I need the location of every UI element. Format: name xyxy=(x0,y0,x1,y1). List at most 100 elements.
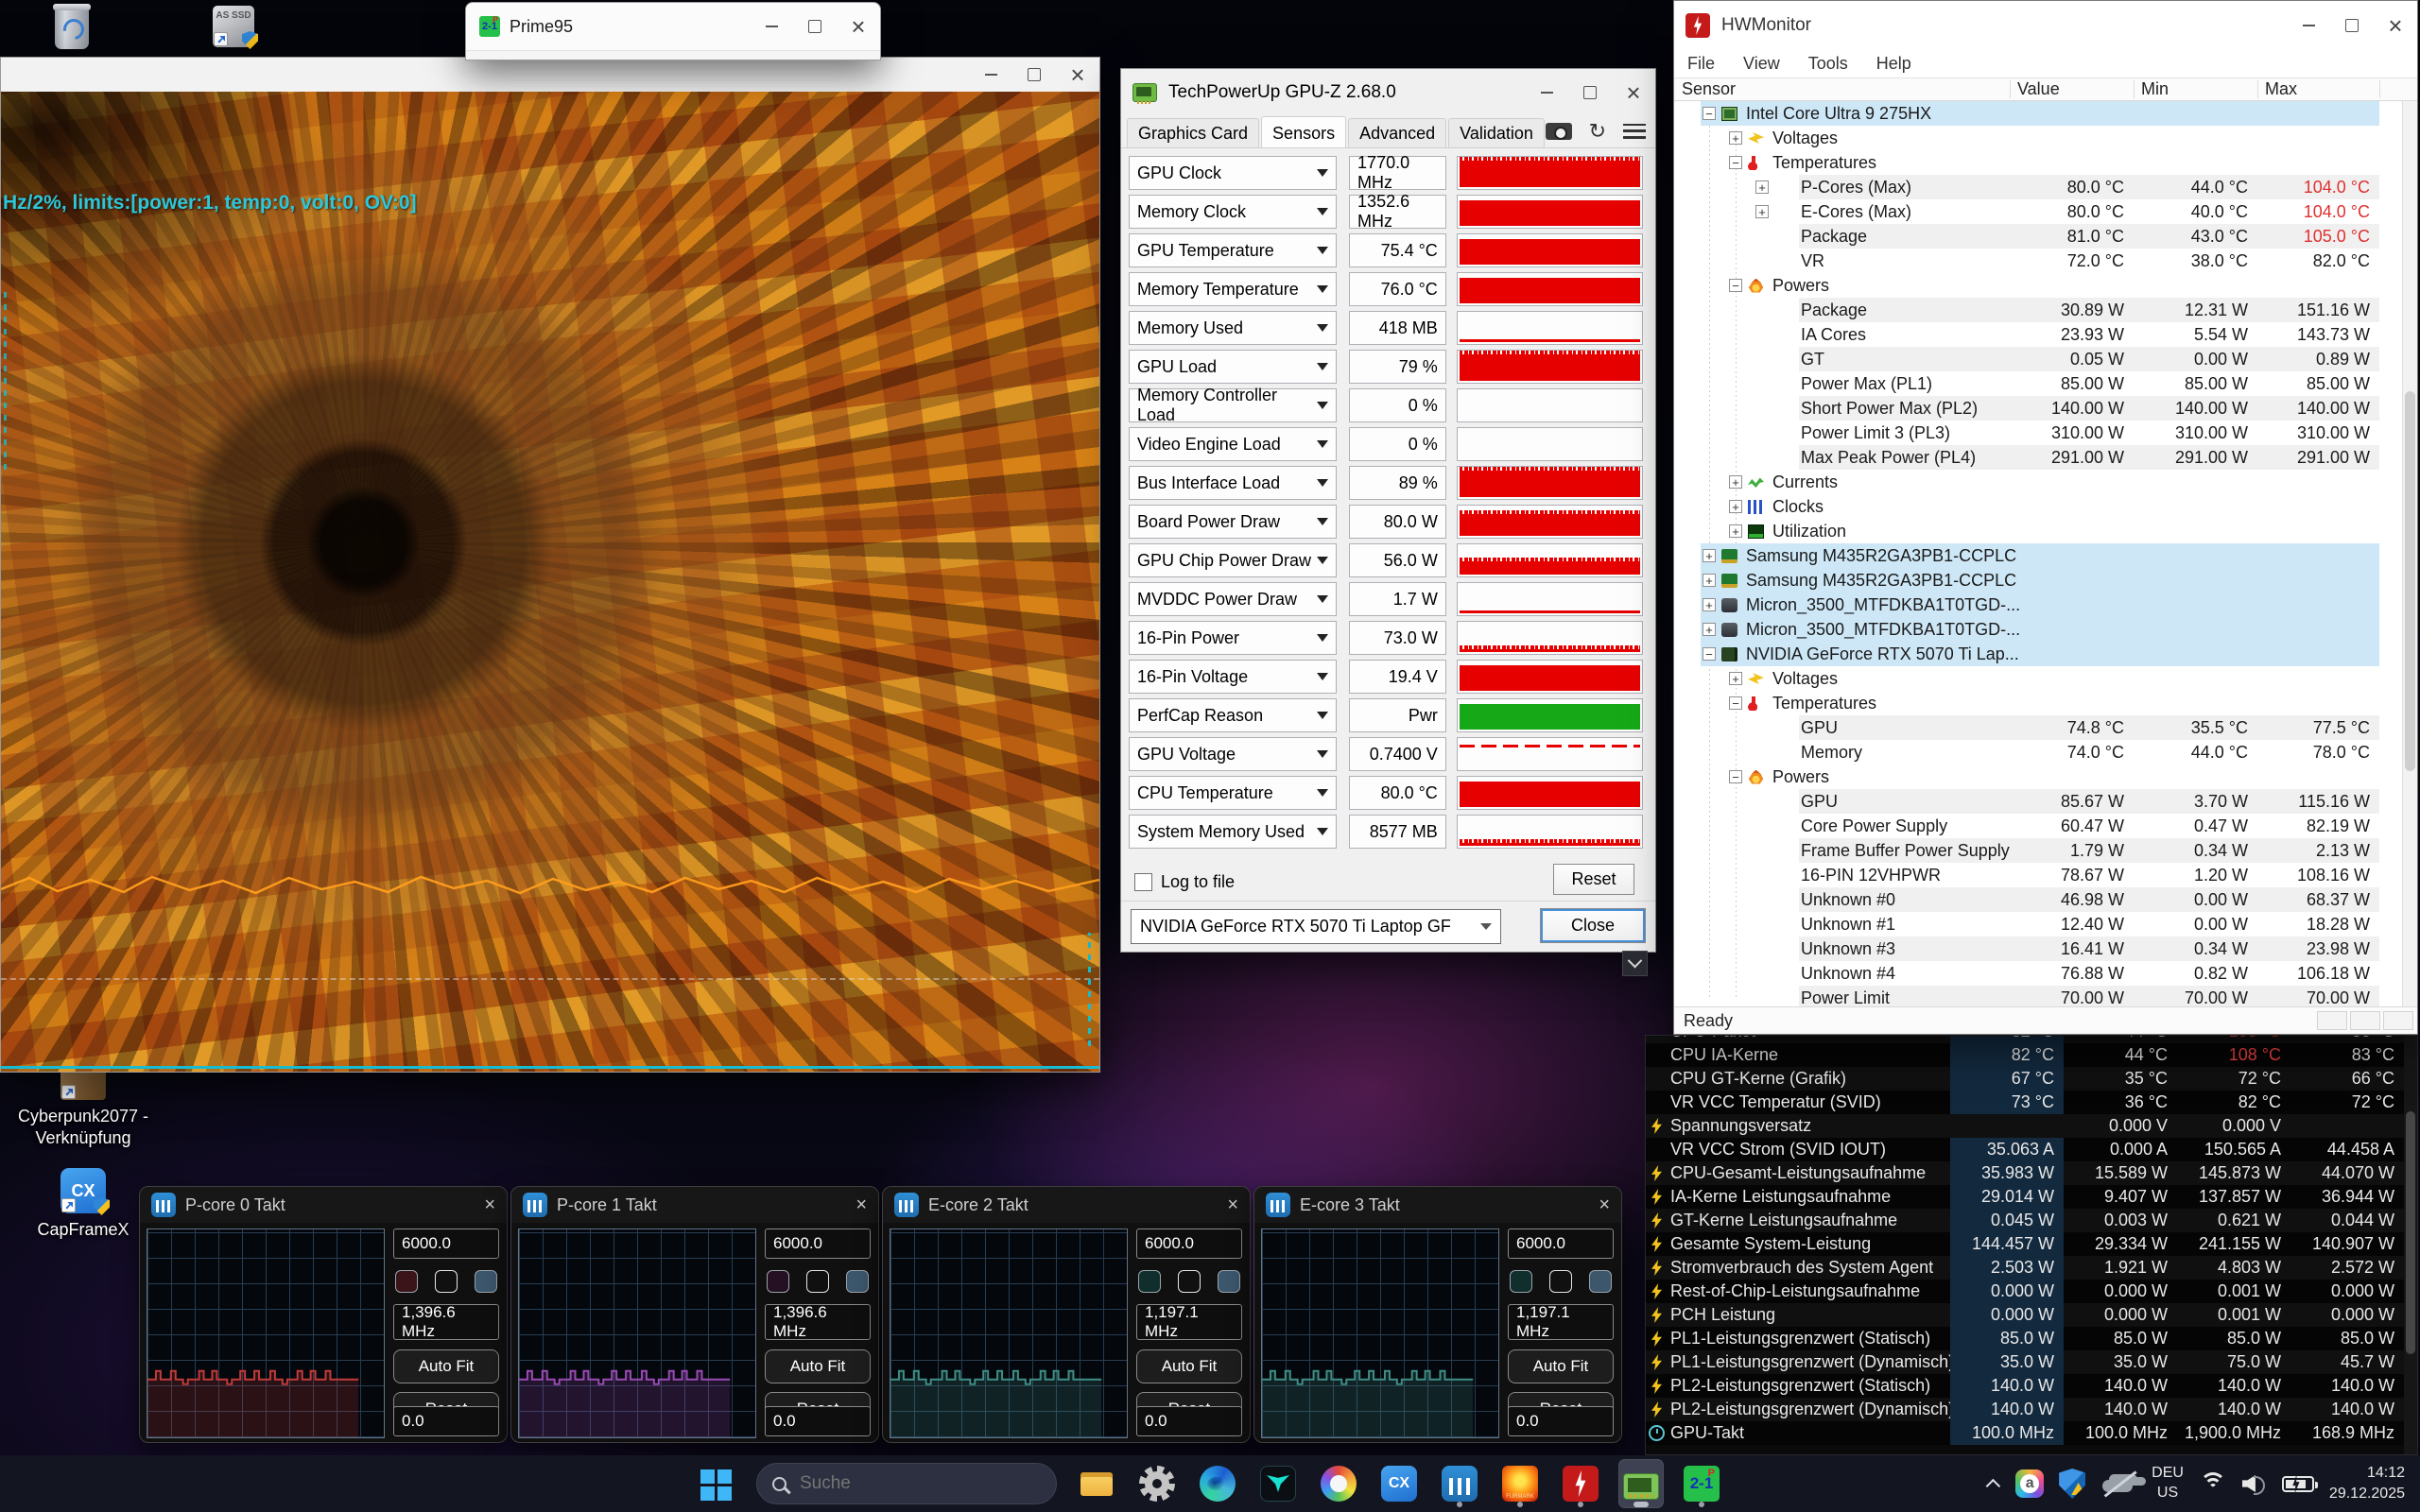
wifi-icon[interactable] xyxy=(2199,1472,2227,1495)
series-color-swatch[interactable] xyxy=(767,1270,789,1293)
expand-toggle-icon[interactable] xyxy=(1703,647,1716,661)
sensor-row[interactable]: PL1-Leistungsgrenzwert (Dynamisch) 35.0 … xyxy=(1646,1350,2404,1374)
paint-icon[interactable] xyxy=(1316,1459,1361,1508)
tree-row[interactable]: Unknown #4 76.88 W 0.82 W 106.18 W xyxy=(1674,961,2402,986)
tree-row[interactable]: P-Cores (Max) 80.0 °C 44.0 °C 104.0 °C xyxy=(1674,175,2402,199)
sensor-selector[interactable]: GPU Chip Power Draw xyxy=(1129,543,1337,577)
sensor-row[interactable]: CPU GT-Kerne (Grafik) 67 °C 35 °C 72 °C … xyxy=(1646,1067,2404,1091)
sensor-row[interactable]: CPU-Paket 82 °C 44 °C 108 °C 83 °C xyxy=(1646,1035,2404,1043)
tree-row[interactable]: Unknown #0 46.98 W 0.00 W 68.37 W xyxy=(1674,887,2402,912)
tree-row[interactable]: Utilization xyxy=(1674,519,2402,543)
maximize-button[interactable] xyxy=(1568,69,1612,116)
tree-row[interactable]: Intel Core Ultra 9 275HX xyxy=(1674,101,2402,126)
tab[interactable]: Graphics Card xyxy=(1127,118,1259,147)
close-icon[interactable]: × xyxy=(856,1194,867,1216)
tree-row[interactable]: Temperatures xyxy=(1674,691,2402,715)
y-min-field[interactable]: 0.0 xyxy=(1136,1406,1242,1436)
screenshot-icon[interactable] xyxy=(1546,123,1572,140)
tree-row[interactable]: Package 30.89 W 12.31 W 151.16 W xyxy=(1674,298,2402,322)
sensor-selector[interactable]: Bus Interface Load xyxy=(1129,466,1337,500)
tree-row[interactable]: Powers xyxy=(1674,765,2402,789)
sensor-row[interactable]: VR VCC Strom (SVID IOUT) 35.063 A 0.000 … xyxy=(1646,1138,2404,1161)
start-button[interactable] xyxy=(694,1459,739,1508)
auto-fit-button[interactable]: Auto Fit xyxy=(1136,1349,1242,1383)
scrollbar-thumb[interactable] xyxy=(2406,1111,2415,1354)
desktop-icon-recycle-bin[interactable] xyxy=(55,8,89,49)
tree-row[interactable]: Samsung M435R2GA3PB1-CCPLC xyxy=(1674,568,2402,593)
refresh-icon[interactable]: ↻ xyxy=(1589,121,1606,142)
tree-row[interactable]: VR 72.0 °C 38.0 °C 82.0 °C xyxy=(1674,249,2402,273)
expand-toggle-icon[interactable] xyxy=(1703,549,1716,562)
auto-fit-button[interactable]: Auto Fit xyxy=(393,1349,499,1383)
collapse-chevron-button[interactable] xyxy=(1622,951,1648,976)
search-input[interactable] xyxy=(798,1472,987,1495)
column-value[interactable]: Value xyxy=(2017,79,2060,99)
y-max-field[interactable]: 6000.0 xyxy=(393,1228,499,1259)
y-min-field[interactable]: 0.0 xyxy=(393,1406,499,1436)
sensor-row[interactable]: CPU-Gesamt-Leistungsaufnahme 35.983 W 15… xyxy=(1646,1161,2404,1185)
menu-item[interactable]: File xyxy=(1687,54,1715,74)
minimize-button[interactable] xyxy=(2287,1,2330,50)
color-swatch[interactable] xyxy=(806,1270,829,1293)
core-clock-graphs-icon[interactable] xyxy=(1437,1459,1482,1508)
tree-row[interactable]: Short Power Max (PL2) 140.00 W 140.00 W … xyxy=(1674,396,2402,421)
tree-row[interactable]: Unknown #3 16.41 W 0.34 W 23.98 W xyxy=(1674,936,2402,961)
maximize-button[interactable] xyxy=(2330,1,2374,50)
tree-row[interactable]: Power Limit 3 (PL3) 310.00 W 310.00 W 31… xyxy=(1674,421,2402,445)
tab[interactable]: Validation xyxy=(1448,118,1545,147)
tree-row[interactable]: Currents xyxy=(1674,470,2402,494)
close-button[interactable] xyxy=(2374,1,2417,50)
gpu-select-dropdown[interactable]: NVIDIA GeForce RTX 5070 Ti Laptop GF xyxy=(1131,909,1501,944)
maximize-button[interactable] xyxy=(793,3,837,50)
log-to-file-checkbox[interactable] xyxy=(1134,873,1152,891)
tree-row[interactable]: Max Peak Power (PL4) 291.00 W 291.00 W 2… xyxy=(1674,445,2402,470)
onedrive-paused-icon[interactable] xyxy=(2100,1472,2136,1495)
tree-row[interactable]: NVIDIA GeForce RTX 5070 Ti Lap... xyxy=(1674,642,2402,666)
menu-item[interactable]: Tools xyxy=(1808,54,1848,74)
sensor-selector[interactable]: GPU Load xyxy=(1129,350,1337,384)
close-icon[interactable]: × xyxy=(484,1194,495,1216)
maximize-button[interactable] xyxy=(1012,58,1056,92)
expand-toggle-icon[interactable] xyxy=(1703,598,1716,611)
tree-row[interactable]: Core Power Supply 60.47 W 0.47 W 82.19 W xyxy=(1674,814,2402,838)
menu-item[interactable]: Help xyxy=(1876,54,1911,74)
color-swatch[interactable] xyxy=(1218,1270,1240,1293)
tree-row[interactable]: Micron_3500_MTFDKBA1T0TGD-... xyxy=(1674,617,2402,642)
gpu-z-icon[interactable] xyxy=(1618,1459,1664,1508)
tree-row[interactable]: Package 81.0 °C 43.0 °C 105.0 °C xyxy=(1674,224,2402,249)
menu-item[interactable]: View xyxy=(1743,54,1780,74)
tree-row[interactable]: Power Limit 70.00 W 70.00 W 70.00 W xyxy=(1674,986,2402,1006)
sensor-row[interactable]: IA-Kerne Leistungsaufnahme 29.014 W 9.40… xyxy=(1646,1185,2404,1209)
reset-button[interactable]: Reset xyxy=(1553,864,1634,895)
sensor-selector[interactable]: MVDDC Power Draw xyxy=(1129,582,1337,616)
desktop-icon-as-ssd[interactable] xyxy=(213,6,254,47)
tree-row[interactable]: 16-PIN 12VHPWR 78.67 W 1.20 W 108.16 W xyxy=(1674,863,2402,887)
close-button[interactable] xyxy=(1056,58,1099,92)
tree-row[interactable]: Unknown #1 12.40 W 0.00 W 18.28 W xyxy=(1674,912,2402,936)
sensor-selector[interactable]: 16-Pin Voltage xyxy=(1129,660,1337,694)
sensor-selector[interactable]: Board Power Draw xyxy=(1129,505,1337,539)
sensor-row[interactable]: CPU IA-Kerne 82 °C 44 °C 108 °C 83 °C xyxy=(1646,1043,2404,1067)
sensor-row[interactable]: VR VCC Temperatur (SVID) 73 °C 36 °C 82 … xyxy=(1646,1091,2404,1114)
sensor-selector[interactable]: GPU Voltage xyxy=(1129,737,1337,771)
column-max[interactable]: Max xyxy=(2265,79,2297,99)
sensor-selector[interactable]: Memory Temperature xyxy=(1129,272,1337,306)
expand-toggle-icon[interactable] xyxy=(1729,475,1742,489)
expand-toggle-icon[interactable] xyxy=(1729,696,1742,710)
search-box[interactable] xyxy=(756,1463,1057,1504)
color-swatch[interactable] xyxy=(1549,1270,1572,1293)
sensor-selector[interactable]: Video Engine Load xyxy=(1129,427,1337,461)
tree-row[interactable]: GPU 74.8 °C 35.5 °C 77.5 °C xyxy=(1674,715,2402,740)
sensor-row[interactable]: GPU-Takt 100.0 MHz 100.0 MHz 1,900.0 MHz… xyxy=(1646,1421,2404,1445)
series-color-swatch[interactable] xyxy=(395,1270,418,1293)
expand-toggle-icon[interactable] xyxy=(1729,131,1742,145)
color-swatch[interactable] xyxy=(846,1270,869,1293)
column-sensor[interactable]: Sensor xyxy=(1682,79,1736,99)
scrollbar[interactable] xyxy=(2404,1036,2417,1454)
sensor-selector[interactable]: 16-Pin Power xyxy=(1129,621,1337,655)
file-explorer-icon[interactable] xyxy=(1074,1459,1119,1508)
tree-row[interactable]: Power Max (PL1) 85.00 W 85.00 W 85.00 W xyxy=(1674,371,2402,396)
furmark-icon[interactable] xyxy=(1497,1459,1543,1508)
sensor-selector[interactable]: Memory Clock xyxy=(1129,195,1337,229)
sensor-row[interactable]: Gesamte System-Leistung 144.457 W 29.334… xyxy=(1646,1232,2404,1256)
